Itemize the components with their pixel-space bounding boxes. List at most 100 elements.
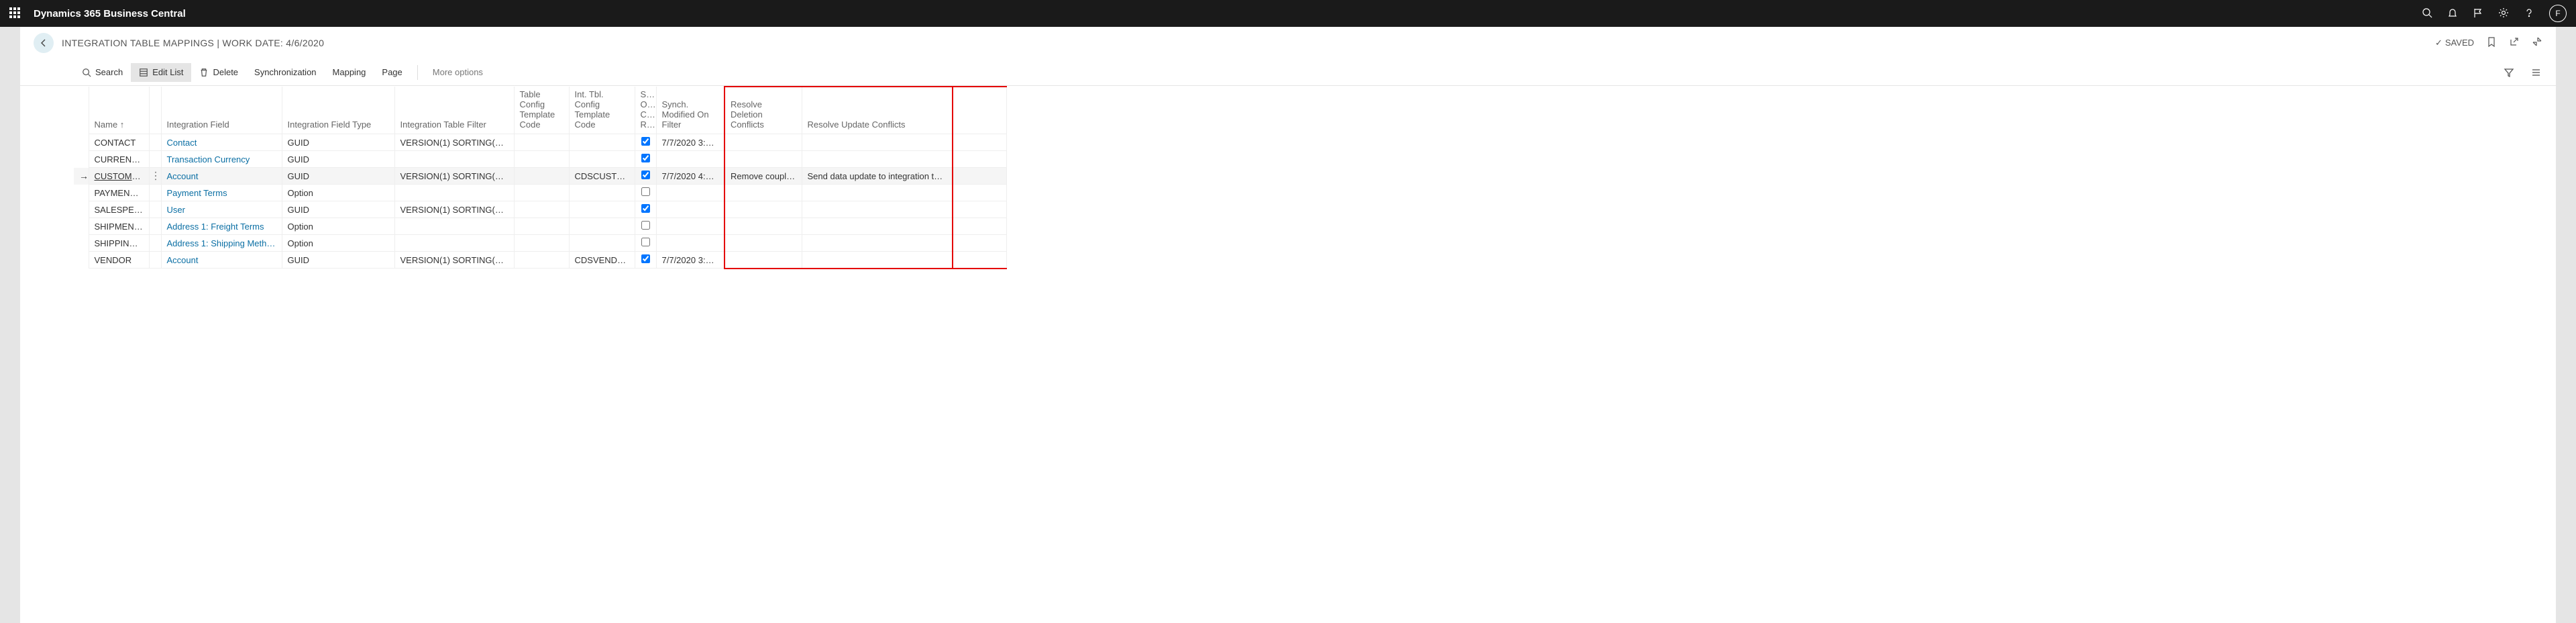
cell-syn-only[interactable] xyxy=(635,235,656,252)
syn-only-checkbox[interactable] xyxy=(641,137,650,146)
cell-int-field-type[interactable]: GUID xyxy=(282,201,394,218)
cmd-search[interactable]: Search xyxy=(74,63,131,82)
cell-resolve-upd[interactable] xyxy=(802,134,953,151)
cell-resolve-upd[interactable] xyxy=(802,201,953,218)
cell-resolve-del[interactable] xyxy=(724,151,802,168)
cell-resolve-upd[interactable] xyxy=(802,218,953,235)
cell-int-tbl-cfg-tpl[interactable] xyxy=(569,134,635,151)
cmd-synchronization[interactable]: Synchronization xyxy=(246,63,325,82)
cell-int-tbl-cfg-tpl[interactable]: CDSVENDOR xyxy=(569,252,635,269)
cell-resolve-del[interactable] xyxy=(724,201,802,218)
back-button[interactable] xyxy=(34,33,54,53)
col-name[interactable]: Name ↑ xyxy=(89,87,149,134)
syn-only-checkbox[interactable] xyxy=(641,171,650,179)
cell-table-cfg-tpl[interactable] xyxy=(514,252,569,269)
cell-int-table-filter[interactable]: VERSION(1) SORTING(Field1) WH… xyxy=(394,252,514,269)
syn-only-checkbox[interactable] xyxy=(641,254,650,263)
cell-table-cfg-tpl[interactable] xyxy=(514,201,569,218)
cell-int-table-filter[interactable] xyxy=(394,218,514,235)
cell-resolve-del[interactable] xyxy=(724,185,802,201)
cmd-mapping[interactable]: Mapping xyxy=(325,63,374,82)
cell-name[interactable]: PAYMENT T… xyxy=(89,185,149,201)
cell-int-field[interactable]: Contact xyxy=(161,134,282,151)
cell-int-field[interactable]: Transaction Currency xyxy=(161,151,282,168)
col-int-tbl-cfg-tpl[interactable]: Int. Tbl. Config Template Code xyxy=(569,87,635,134)
table-row[interactable]: SHIPMENT …Address 1: Freight TermsOption xyxy=(74,218,1006,235)
syn-only-checkbox[interactable] xyxy=(641,204,650,213)
cell-int-tbl-cfg-tpl[interactable] xyxy=(569,201,635,218)
cell-name[interactable]: CONTACT xyxy=(89,134,149,151)
cell-int-table-filter[interactable]: VERSION(1) SORTING(Field1) WH… xyxy=(394,134,514,151)
cell-int-field-type[interactable]: Option xyxy=(282,218,394,235)
cell-int-tbl-cfg-tpl[interactable]: CDSCUSTOME xyxy=(569,168,635,185)
cell-int-field-type[interactable]: Option xyxy=(282,185,394,201)
cell-syn-only[interactable] xyxy=(635,201,656,218)
col-int-table-filter[interactable]: Integration Table Filter xyxy=(394,87,514,134)
cell-int-field[interactable]: Address 1: Shipping Method xyxy=(161,235,282,252)
app-launcher-icon[interactable] xyxy=(9,7,21,19)
cell-int-tbl-cfg-tpl[interactable] xyxy=(569,218,635,235)
cell-synch-modified[interactable]: 7/7/2020 3:56 PM xyxy=(656,134,724,151)
cell-name[interactable]: SALESPEOPLE xyxy=(89,201,149,218)
cell-table-cfg-tpl[interactable] xyxy=(514,168,569,185)
cell-synch-modified[interactable]: 7/7/2020 4:00 PM xyxy=(656,168,724,185)
table-row[interactable]: CONTACT ContactGUIDVERSION(1) SORTING(Fie… xyxy=(74,134,1006,151)
cell-synch-modified[interactable] xyxy=(656,235,724,252)
cell-int-table-filter[interactable]: VERSION(1) SORTING(Field1) WH… xyxy=(394,201,514,218)
cell-syn-only[interactable] xyxy=(635,134,656,151)
cell-synch-modified[interactable] xyxy=(656,218,724,235)
cell-name[interactable]: SHIPMENT … xyxy=(89,218,149,235)
col-int-field-type[interactable]: Integration Field Type xyxy=(282,87,394,134)
cell-table-cfg-tpl[interactable] xyxy=(514,134,569,151)
cell-resolve-del[interactable] xyxy=(724,218,802,235)
cell-table-cfg-tpl[interactable] xyxy=(514,235,569,252)
cell-name[interactable]: CURRENCY xyxy=(89,151,149,168)
cell-resolve-del[interactable] xyxy=(724,235,802,252)
syn-only-checkbox[interactable] xyxy=(641,221,650,230)
cell-name[interactable]: SHIPPING A… xyxy=(89,235,149,252)
cell-resolve-upd[interactable] xyxy=(802,185,953,201)
table-row[interactable]: SHIPPING A…Address 1: Shipping MethodOpt… xyxy=(74,235,1006,252)
cell-table-cfg-tpl[interactable] xyxy=(514,151,569,168)
cell-synch-modified[interactable] xyxy=(656,201,724,218)
cmd-page[interactable]: Page xyxy=(374,63,410,82)
col-resolve-upd[interactable]: Resolve Update Conflicts xyxy=(802,87,953,134)
cell-int-field[interactable]: Payment Terms xyxy=(161,185,282,201)
cell-syn-only[interactable] xyxy=(635,168,656,185)
cmd-delete[interactable]: Delete xyxy=(191,63,246,82)
search-icon[interactable] xyxy=(2422,7,2432,20)
cell-syn-only[interactable] xyxy=(635,252,656,269)
cell-int-field-type[interactable]: GUID xyxy=(282,168,394,185)
syn-only-checkbox[interactable] xyxy=(641,154,650,162)
flag-icon[interactable] xyxy=(2473,7,2483,20)
table-row[interactable]: PAYMENT T… Payment TermsOption xyxy=(74,185,1006,201)
cell-synch-modified[interactable] xyxy=(656,151,724,168)
bookmark-icon[interactable] xyxy=(2486,36,2497,49)
cell-int-field[interactable]: Account xyxy=(161,168,282,185)
settings-gear-icon[interactable] xyxy=(2498,7,2509,20)
col-syn-only[interactable]: Syn… Only Cou… Rec… xyxy=(635,87,656,134)
cell-int-field-type[interactable]: GUID xyxy=(282,134,394,151)
table-row[interactable]: SALESPEOPLE UserGUIDVERSION(1) SORTING(Fi… xyxy=(74,201,1006,218)
cell-int-tbl-cfg-tpl[interactable] xyxy=(569,151,635,168)
cell-resolve-upd[interactable] xyxy=(802,235,953,252)
table-row[interactable]: CURRENCYTransaction CurrencyGUID xyxy=(74,151,1006,168)
cell-syn-only[interactable] xyxy=(635,218,656,235)
table-row[interactable]: VENDORAccountGUIDVERSION(1) SORTING(Fiel… xyxy=(74,252,1006,269)
col-int-field[interactable]: Integration Field xyxy=(161,87,282,134)
cell-resolve-upd[interactable] xyxy=(802,252,953,269)
cell-int-field[interactable]: User xyxy=(161,201,282,218)
help-icon[interactable] xyxy=(2524,7,2534,20)
cell-int-tbl-cfg-tpl[interactable] xyxy=(569,185,635,201)
cell-int-table-filter[interactable] xyxy=(394,185,514,201)
col-table-cfg-tpl[interactable]: Table Config Template Code xyxy=(514,87,569,134)
popout-icon[interactable] xyxy=(2509,36,2520,49)
cell-int-field-type[interactable]: GUID xyxy=(282,252,394,269)
cell-syn-only[interactable] xyxy=(635,185,656,201)
filter-icon[interactable] xyxy=(2496,63,2522,82)
cell-name[interactable]: VENDOR xyxy=(89,252,149,269)
cell-name[interactable]: CUSTOMER xyxy=(89,168,149,185)
syn-only-checkbox[interactable] xyxy=(641,187,650,196)
cell-resolve-del[interactable]: Remove coupling xyxy=(724,168,802,185)
cell-int-tbl-cfg-tpl[interactable] xyxy=(569,235,635,252)
